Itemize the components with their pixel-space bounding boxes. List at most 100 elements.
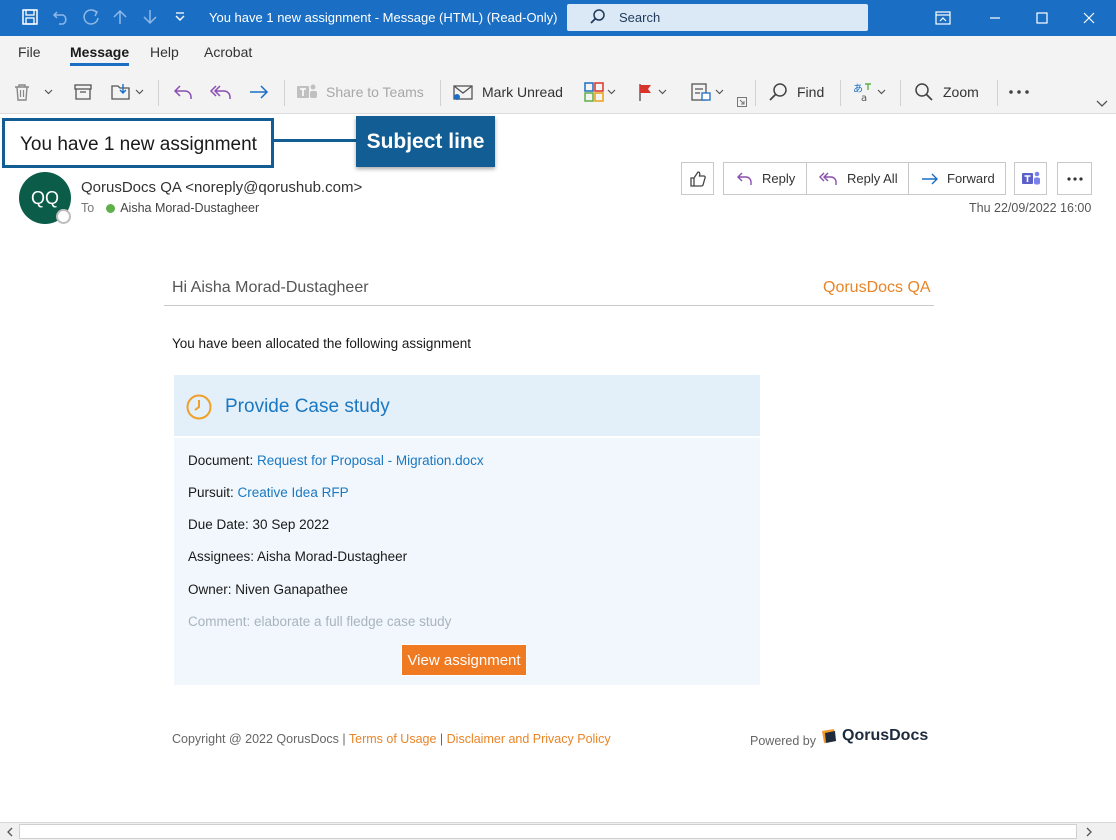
move-icon <box>111 84 130 100</box>
scroll-right-icon[interactable] <box>1080 824 1097 840</box>
assignees-field: Assignees: Aisha Morad-Dustagheer <box>188 549 408 564</box>
archive-icon <box>74 84 92 100</box>
reply-icon <box>737 172 752 185</box>
horizontal-scrollbar[interactable] <box>0 822 1116 840</box>
search-box[interactable]: Search <box>567 4 868 31</box>
ribbon-separator <box>284 80 285 106</box>
find-button[interactable]: Find <box>767 78 824 106</box>
assignment-card-header: Provide Case study <box>174 375 760 438</box>
reply-all-icon <box>209 85 231 99</box>
close-icon[interactable] <box>1066 0 1112 36</box>
reply-all-icon <box>819 172 837 185</box>
ribbon-display-icon[interactable] <box>920 0 966 36</box>
brand-name: QorusDocs QA <box>823 279 931 296</box>
ribbon-collapse-icon[interactable] <box>1096 98 1108 110</box>
subject-line-callout: Subject line <box>356 116 495 167</box>
undo-icon[interactable] <box>50 6 72 28</box>
sender-address[interactable]: QorusDocs QA <noreply@qorushub.com> <box>81 179 362 196</box>
search-icon <box>589 8 607 31</box>
forward-button[interactable] <box>248 78 270 106</box>
translate-icon: あa <box>853 83 871 103</box>
pursuit-link[interactable]: Creative Idea RFP <box>238 485 349 500</box>
received-date: Thu 22/09/2022 16:00 <box>969 201 1092 215</box>
archive-button[interactable] <box>73 78 93 106</box>
policy-button[interactable] <box>690 78 724 106</box>
comment-field: Comment: elaborate a full fledge case st… <box>188 614 452 629</box>
title-bar: You have 1 new assignment - Message (HTM… <box>0 0 1116 36</box>
mail-unread-icon <box>453 85 473 100</box>
teams-button[interactable] <box>1014 162 1047 195</box>
customize-icon[interactable] <box>169 6 191 28</box>
subject-text: You have 1 new assignment <box>20 134 257 155</box>
callout-connector <box>274 139 356 142</box>
privacy-link[interactable]: Disclaimer and Privacy Policy <box>447 732 611 746</box>
assignment-title: Provide Case study <box>225 396 390 417</box>
assignment-card: Provide Case study Document: Request for… <box>174 375 760 685</box>
minimize-icon[interactable] <box>972 0 1018 36</box>
more-icon <box>1066 176 1083 181</box>
ribbon-separator <box>997 80 998 106</box>
more-icon <box>1009 90 1029 94</box>
menu-bar: File Message Help Acrobat <box>0 36 1116 70</box>
scroll-left-icon[interactable] <box>1 824 18 840</box>
divider <box>164 305 934 306</box>
flag-button[interactable] <box>637 78 667 106</box>
reply-action-button[interactable]: Reply <box>723 162 807 195</box>
more-options-button[interactable] <box>1008 78 1030 106</box>
ribbon: Share to Teams Mark Unread Find あa Zoom <box>0 70 1116 114</box>
window-title: You have 1 new assignment - Message (HTM… <box>209 10 558 25</box>
move-button[interactable] <box>110 78 144 106</box>
zoom-icon <box>915 83 933 101</box>
forward-icon <box>250 85 269 99</box>
qorusdocs-logo: QorusDocs <box>820 727 928 745</box>
categorize-button[interactable] <box>584 78 616 106</box>
save-icon[interactable] <box>19 6 41 28</box>
share-to-teams-button[interactable]: Share to Teams <box>296 78 424 106</box>
reply-all-action-button[interactable]: Reply All <box>806 162 909 195</box>
like-button[interactable] <box>681 162 714 195</box>
svg-text:a: a <box>861 93 867 103</box>
qorusdocs-logo-icon <box>822 729 836 743</box>
view-assignment-button[interactable]: View assignment <box>401 644 527 676</box>
teams-icon <box>297 84 317 98</box>
reply-all-button[interactable] <box>209 78 233 106</box>
tab-file[interactable]: File <box>18 44 41 60</box>
recipient-name[interactable]: Aisha Morad-Dustagheer <box>120 201 259 215</box>
pursuit-field: Pursuit: Creative Idea RFP <box>188 485 349 500</box>
group-launcher-icon[interactable] <box>737 96 747 108</box>
mark-unread-button[interactable]: Mark Unread <box>452 78 563 106</box>
reply-button[interactable] <box>172 78 194 106</box>
reply-icon <box>173 85 192 99</box>
scrollbar-track[interactable] <box>19 824 1077 839</box>
up-icon[interactable] <box>109 6 131 28</box>
delete-icon <box>15 84 29 101</box>
ribbon-separator <box>158 80 159 106</box>
maximize-icon[interactable] <box>1019 0 1065 36</box>
to-label: To <box>81 201 95 215</box>
due-date-field: Due Date: 30 Sep 2022 <box>188 517 330 532</box>
ribbon-separator <box>840 80 841 106</box>
more-actions-button[interactable] <box>1057 162 1092 195</box>
zoom-button[interactable]: Zoom <box>913 78 979 106</box>
delete-button[interactable] <box>12 78 53 106</box>
translate-button[interactable]: あa <box>852 78 886 106</box>
footer-copyright: Copyright @ 2022 QorusDocs | Terms of Us… <box>172 732 611 746</box>
document-field: Document: Request for Proposal - Migrati… <box>188 453 484 468</box>
intro-text: You have been allocated the following as… <box>172 336 471 351</box>
redo-icon[interactable] <box>80 6 102 28</box>
ribbon-separator <box>900 80 901 106</box>
terms-link[interactable]: Terms of Usage <box>349 732 437 746</box>
find-icon <box>769 83 787 101</box>
presence-indicator <box>56 209 71 224</box>
document-link[interactable]: Request for Proposal - Migration.docx <box>257 453 484 468</box>
forward-action-button[interactable]: Forward <box>908 162 1006 195</box>
tab-acrobat[interactable]: Acrobat <box>204 44 252 60</box>
down-icon[interactable] <box>139 6 161 28</box>
tab-help[interactable]: Help <box>150 44 179 60</box>
search-placeholder: Search <box>619 10 661 25</box>
presence-available-icon <box>106 203 116 213</box>
powered-by-label: Powered by <box>750 734 817 748</box>
categorize-icon <box>584 82 604 102</box>
ribbon-separator <box>440 80 441 106</box>
tab-message[interactable]: Message <box>70 44 130 66</box>
